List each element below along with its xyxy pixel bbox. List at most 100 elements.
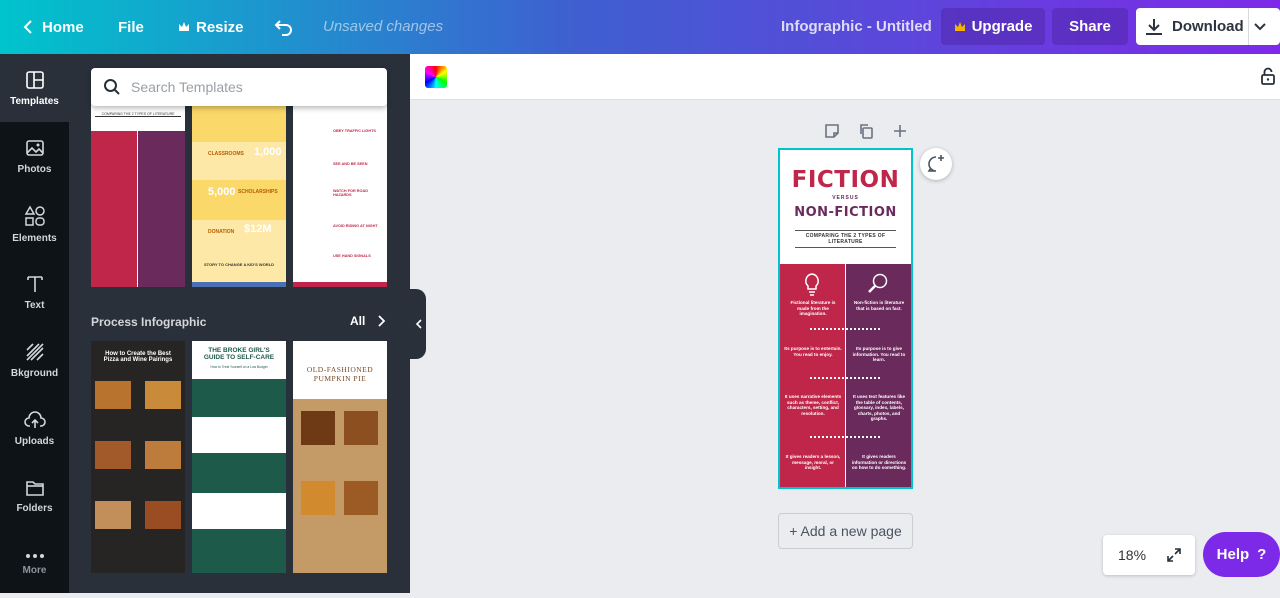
fiction-point[interactable]: It uses narrative elements such as theme… <box>784 394 842 416</box>
editor-toolbar <box>410 54 1280 100</box>
rail-label: More <box>22 564 47 576</box>
nonfiction-point[interactable]: Its purpose is to give information. You … <box>850 346 908 363</box>
template-thumbnail-pumpkin-pie[interactable]: OLD-FASHIONED PUMPKIN PIE <box>293 341 387 573</box>
search-bar[interactable] <box>91 68 387 106</box>
template-image <box>95 381 131 409</box>
share-button[interactable]: Share <box>1052 8 1128 45</box>
template-value: $12M <box>244 223 272 235</box>
rail-label: Folders <box>16 502 53 514</box>
nonfiction-point[interactable]: It uses text features like the table of … <box>850 394 908 422</box>
template-image <box>145 441 181 469</box>
unsaved-changes-status: Unsaved changes <box>323 18 444 35</box>
rail-label: Photos <box>17 163 52 175</box>
page-subtitle[interactable]: COMPARING THE 2 TYPES OF LITERATURE <box>795 230 896 248</box>
see-all-button[interactable]: All <box>350 314 386 328</box>
page-tools <box>823 122 909 140</box>
template-subtitle: COMPARING THE 2 TYPES OF LITERATURE <box>95 112 181 117</box>
rail-item-elements[interactable]: Elements <box>0 190 69 258</box>
template-column-right <box>138 131 185 287</box>
rail-item-photos[interactable]: Photos <box>0 122 69 190</box>
share-label: Share <box>1069 18 1111 35</box>
document-title[interactable]: Infographic - Untitled <box>781 18 932 35</box>
template-band <box>192 180 286 220</box>
help-button[interactable]: Help ? <box>1203 532 1280 577</box>
add-page-icon[interactable] <box>891 122 909 140</box>
file-menu-button[interactable]: File <box>108 8 154 46</box>
upgrade-button[interactable]: Upgrade <box>941 8 1045 45</box>
search-input[interactable] <box>131 79 371 95</box>
comment-add-icon <box>927 155 944 172</box>
rail-item-text[interactable]: Text <box>0 258 69 326</box>
more-icon <box>25 553 44 558</box>
template-label: DONATION <box>208 229 235 235</box>
fiction-point[interactable]: It gives readers a lesson, message, mora… <box>784 454 842 471</box>
note-icon[interactable] <box>823 122 841 140</box>
add-comment-button[interactable] <box>920 148 952 180</box>
help-label: Help <box>1216 546 1250 563</box>
undo-button[interactable] <box>264 8 304 46</box>
nonfiction-point[interactable]: Non-fiction is literature that is based … <box>850 300 908 311</box>
template-bottom-bar <box>293 282 387 287</box>
zoom-level[interactable]: 18% <box>1118 547 1146 563</box>
chevron-left-icon <box>23 20 32 34</box>
divider <box>810 436 880 438</box>
crown-icon <box>954 21 965 31</box>
template-title: OLD-FASHIONED PUMPKIN PIE <box>306 365 374 383</box>
file-label: File <box>118 18 144 36</box>
resize-button[interactable]: Resize <box>168 8 254 46</box>
page-title-fiction[interactable]: FICTION <box>780 167 911 193</box>
download-button[interactable]: Download <box>1136 8 1280 45</box>
design-page[interactable]: FICTION VERSUS NON-FICTION COMPARING THE… <box>778 148 913 489</box>
home-button[interactable]: Home <box>10 8 94 46</box>
template-column-left <box>91 131 137 287</box>
download-icon <box>1146 18 1162 35</box>
chevron-down-icon[interactable] <box>1253 20 1267 34</box>
template-value: 1,000 <box>254 146 282 158</box>
template-item: USE HAND SIGNALS <box>333 254 371 258</box>
color-picker-button[interactable] <box>425 66 447 88</box>
collapse-panel-button[interactable] <box>410 289 426 359</box>
see-all-label: All <box>350 314 366 328</box>
template-item: AVOID RIDING AT NIGHT <box>333 224 378 228</box>
magnifying-glass-icon[interactable] <box>866 272 890 296</box>
lightbulb-icon[interactable] <box>802 272 822 296</box>
duplicate-page-icon[interactable] <box>857 122 875 140</box>
template-value: 5,000 <box>208 186 236 198</box>
page-versus[interactable]: VERSUS <box>780 195 911 201</box>
template-label: SCHOLARSHIPS <box>238 189 278 195</box>
lock-icon[interactable] <box>1260 66 1276 86</box>
template-bottom-bar <box>192 282 286 287</box>
rail-label: Elements <box>12 232 57 244</box>
rail-item-templates[interactable]: Templates <box>0 54 69 122</box>
rail-item-uploads[interactable]: Uploads <box>0 394 69 462</box>
template-thumbnail-fiction[interactable]: COMPARING THE 2 TYPES OF LITERATURE <box>91 94 185 287</box>
download-label: Download <box>1172 18 1244 35</box>
template-thumbnail-bike-safety[interactable]: OBEY TRAFFIC LIGHTS SEE AND BE SEEN WATC… <box>293 94 387 287</box>
template-item: OBEY TRAFFIC LIGHTS <box>333 129 376 133</box>
zoom-control[interactable]: 18% <box>1103 535 1195 575</box>
page-title-nonfiction[interactable]: NON-FICTION <box>780 205 911 220</box>
search-icon <box>104 79 120 95</box>
template-item: SEE AND BE SEEN <box>333 162 368 166</box>
rail-item-folders[interactable]: Folders <box>0 462 69 530</box>
template-image <box>95 441 131 469</box>
template-thumbnail-self-care[interactable]: THE BROKE GIRL'S GUIDE TO SELF-CARE How … <box>192 341 286 573</box>
fiction-point[interactable]: Fictional literature is made from the im… <box>784 300 842 317</box>
template-image <box>301 411 335 445</box>
rail-item-more[interactable]: More <box>0 530 69 598</box>
template-image <box>344 481 378 515</box>
folders-icon <box>25 480 44 496</box>
fiction-point[interactable]: Its purpose is to entertain. You read to… <box>784 346 842 357</box>
rail-item-background[interactable]: Bkground <box>0 326 69 394</box>
template-image <box>344 411 378 445</box>
template-thumbnail-pizza-wine[interactable]: How to Create the Best Pizza and Wine Pa… <box>91 341 185 573</box>
template-thumbnail-donation[interactable]: CLASSROOMS 1,000 5,000 SCHOLARSHIPS DONA… <box>192 94 286 287</box>
add-new-page-button[interactable]: + Add a new page <box>778 513 913 549</box>
divider <box>1248 8 1249 45</box>
fullscreen-icon[interactable] <box>1166 547 1182 563</box>
resize-label: Resize <box>196 18 244 36</box>
nonfiction-point[interactable]: It gives readers information or directio… <box>850 454 908 471</box>
template-footer: STORY TO CHANGE A KID'S WORLD <box>203 262 275 267</box>
templates-panel: COMPARING THE 2 TYPES OF LITERATURE CLAS… <box>69 54 410 593</box>
rail-label: Text <box>24 299 45 311</box>
